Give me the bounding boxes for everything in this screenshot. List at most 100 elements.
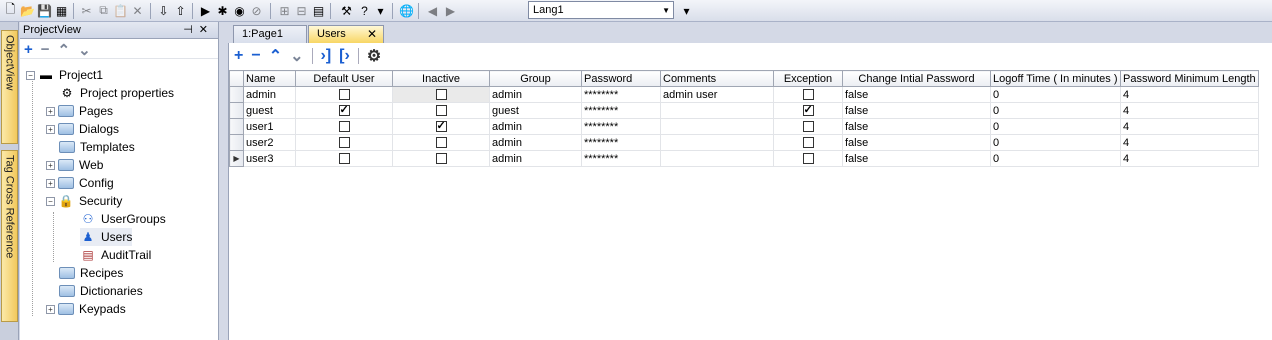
grid-icon[interactable]: ⊞ <box>276 2 293 19</box>
row-selector[interactable]: ▶ <box>229 150 244 167</box>
help-icon[interactable]: ? <box>356 2 373 19</box>
change-initial-password-cell[interactable]: false <box>842 86 991 103</box>
upload-icon[interactable]: ⇧ <box>172 2 189 19</box>
remove-icon[interactable]: − <box>41 41 50 58</box>
column-header-group[interactable]: Group <box>489 70 582 87</box>
tree-item-config[interactable]: + Config <box>46 174 114 192</box>
group-cell[interactable]: admin <box>489 86 582 103</box>
comments-cell[interactable] <box>660 118 774 135</box>
name-cell[interactable]: guest <box>243 102 296 119</box>
tag-cross-reference-side-tab[interactable]: Tag Cross Reference <box>1 150 18 322</box>
name-cell[interactable]: user2 <box>243 134 296 151</box>
import-icon[interactable]: ›] <box>321 47 332 65</box>
name-cell[interactable]: user3 <box>243 150 296 167</box>
comments-cell[interactable] <box>660 102 774 119</box>
close-tab-icon[interactable]: ✕ <box>367 27 377 41</box>
name-cell[interactable]: admin <box>243 86 296 103</box>
save-all-icon[interactable]: ▦ <box>53 2 70 19</box>
language-left-icon[interactable]: ◀ <box>424 2 441 19</box>
align-icon[interactable]: ⊟ <box>293 2 310 19</box>
change-initial-password-cell[interactable]: false <box>842 150 991 167</box>
objectview-side-tab[interactable]: ObjectView <box>1 30 18 144</box>
layout-icon[interactable]: ▤ <box>310 2 327 19</box>
comments-cell[interactable]: admin user <box>660 86 774 103</box>
close-icon[interactable]: ✕ <box>199 24 214 36</box>
run-icon[interactable]: ▶ <box>197 2 214 19</box>
tab-page1[interactable]: 1:Page1 <box>233 25 307 43</box>
table-row[interactable]: admin admin ******** admin user false 0 4 <box>229 86 1259 103</box>
tree-item-project-properties[interactable]: ⚙ Project properties <box>59 84 174 102</box>
column-header-default-user[interactable]: Default User <box>295 70 393 87</box>
move-down-icon[interactable]: ⌄ <box>290 46 303 66</box>
column-header-password[interactable]: Password <box>581 70 661 87</box>
toolbar-overflow-icon[interactable]: ▾ <box>678 2 695 19</box>
exception-checkbox[interactable] <box>802 137 814 149</box>
inactive-checkbox[interactable] <box>435 137 447 149</box>
exception-checkbox[interactable] <box>802 104 814 117</box>
password-min-length-cell[interactable]: 4 <box>1120 86 1259 103</box>
language-select[interactable]: Lang1 ▼ <box>528 1 674 19</box>
logoff-time-cell[interactable]: 0 <box>990 86 1121 103</box>
tree-item-audittrail[interactable]: ▤ AuditTrail <box>80 246 151 264</box>
password-cell[interactable]: ******** <box>581 102 661 119</box>
column-header-logoff-time[interactable]: Logoff Time ( In minutes ) <box>990 70 1121 87</box>
move-up-icon[interactable]: ⌃ <box>269 46 282 66</box>
exception-checkbox[interactable] <box>802 89 814 101</box>
new-file-icon[interactable]: 🗋 <box>2 2 19 19</box>
row-selector[interactable] <box>229 86 244 103</box>
toolbar-overflow-icon[interactable]: ▾ <box>372 2 389 19</box>
default-user-checkbox[interactable] <box>338 89 350 101</box>
table-row[interactable]: guestguest********false04 <box>229 102 1259 119</box>
move-up-icon[interactable]: ⌃ <box>58 41 71 59</box>
row-selector[interactable] <box>229 118 244 135</box>
password-min-length-cell[interactable]: 4 <box>1120 102 1259 119</box>
tree-item-dictionaries[interactable]: Dictionaries <box>59 282 143 300</box>
change-initial-password-cell[interactable]: false <box>842 118 991 135</box>
logoff-time-cell[interactable]: 0 <box>990 134 1121 151</box>
group-cell[interactable]: admin <box>489 134 582 151</box>
inactive-checkbox[interactable] <box>435 89 447 101</box>
comments-cell[interactable] <box>660 150 774 167</box>
column-header-change-initial-password[interactable]: Change Intial Password <box>842 70 991 87</box>
table-row[interactable]: user1 admin******** false04 <box>229 118 1259 135</box>
inactive-checkbox[interactable] <box>435 153 447 165</box>
tree-item-users[interactable]: ♟ Users <box>80 228 133 246</box>
inactive-checkbox[interactable] <box>435 120 447 133</box>
row-selector[interactable] <box>229 134 244 151</box>
add-user-icon[interactable]: + <box>234 47 243 65</box>
logoff-time-cell[interactable]: 0 <box>990 102 1121 119</box>
row-selector[interactable] <box>229 102 244 119</box>
default-user-checkbox[interactable] <box>338 121 350 133</box>
change-initial-password-cell[interactable]: false <box>842 102 991 119</box>
row-selector-header[interactable] <box>229 70 244 87</box>
pin-icon[interactable]: ⊣ <box>183 24 199 36</box>
group-cell[interactable]: guest <box>489 102 582 119</box>
play-icon[interactable]: ◉ <box>231 2 248 19</box>
password-cell[interactable]: ******** <box>581 150 661 167</box>
column-header-exception[interactable]: Exception <box>773 70 843 87</box>
tree-item-security[interactable]: − 🔒 Security <box>46 192 122 210</box>
copy-icon[interactable]: ⧉ <box>95 2 112 19</box>
column-header-name[interactable]: Name <box>243 70 296 87</box>
default-user-checkbox[interactable] <box>338 137 350 149</box>
tools-icon[interactable]: ⚒ <box>338 2 355 19</box>
add-icon[interactable]: + <box>24 41 33 58</box>
tree-item-usergroups[interactable]: ⚇ UserGroups <box>80 210 166 228</box>
tree-item-dialogs[interactable]: + Dialogs <box>46 120 119 138</box>
table-row[interactable]: ▶ user3 admin ******** false 0 4 <box>229 150 1259 167</box>
tree-item-keypads[interactable]: + Keypads <box>46 300 126 318</box>
export-icon[interactable]: [› <box>339 47 350 65</box>
tab-users[interactable]: Users ✕ <box>308 25 384 43</box>
remove-user-icon[interactable]: − <box>251 47 260 65</box>
comments-cell[interactable] <box>660 134 774 151</box>
password-cell[interactable]: ******** <box>581 86 661 103</box>
group-cell[interactable]: admin <box>489 118 582 135</box>
name-cell[interactable]: user1 <box>243 118 296 135</box>
group-cell[interactable]: admin <box>489 150 582 167</box>
stop-icon[interactable]: ⊘ <box>248 2 265 19</box>
move-down-icon[interactable]: ⌄ <box>78 41 91 59</box>
tree-item-templates[interactable]: Templates <box>59 138 135 156</box>
logoff-time-cell[interactable]: 0 <box>990 150 1121 167</box>
cut-icon[interactable]: ✂ <box>78 2 95 19</box>
globe-icon[interactable]: 🌐 <box>398 2 415 19</box>
